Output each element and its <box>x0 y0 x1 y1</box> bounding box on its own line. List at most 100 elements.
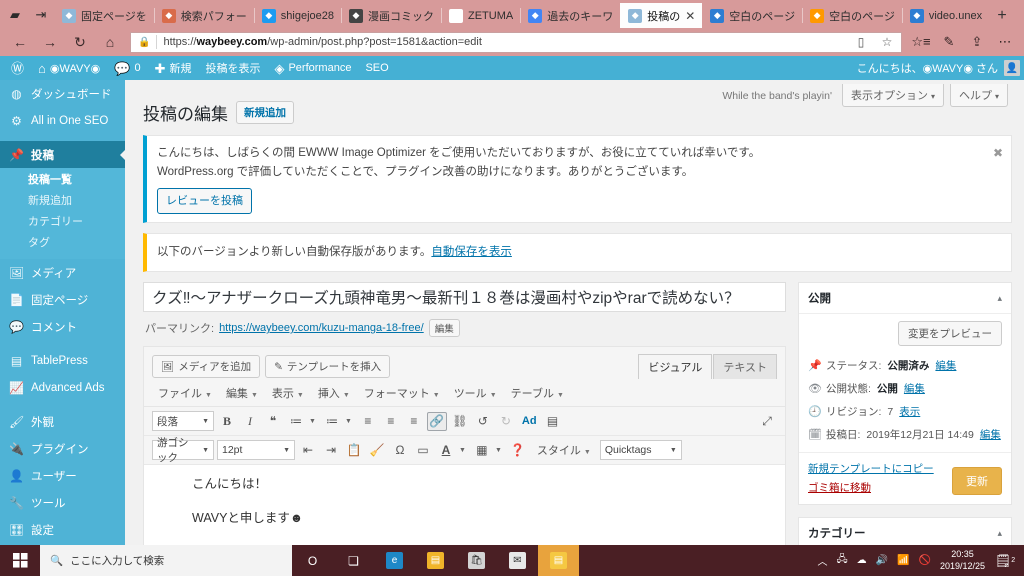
sidebar-item-7[interactable]: 📈 Advanced Ads <box>0 374 125 401</box>
sidebar-submenu-item-2[interactable]: カテゴリー <box>0 212 125 233</box>
wifi-icon[interactable]: 📶 <box>897 555 909 566</box>
browser-tab[interactable]: ◆ shigejoe28 <box>253 3 341 28</box>
notepad-icon[interactable]: ▤ <box>538 545 579 576</box>
cortana-icon[interactable]: O <box>292 545 333 576</box>
update-button[interactable]: 更新 <box>952 467 1002 496</box>
align-center-button[interactable]: ≡ <box>381 412 401 431</box>
edit-permalink-button[interactable]: 編集 <box>428 319 460 338</box>
bullet-list-split[interactable]: ≔ ▼ <box>286 412 319 431</box>
notification-icon[interactable]: 🗒 2 <box>994 553 1016 569</box>
view-autosave-link[interactable]: 自動保存を表示 <box>431 246 512 258</box>
address-bar[interactable]: 🔒 https://waybeey.com/wp-admin/post.php?… <box>130 31 902 53</box>
outdent-button[interactable]: ⇤ <box>298 441 318 460</box>
copy-to-new-template-link[interactable]: 新規テンプレートにコピー <box>808 461 934 476</box>
favorite-star-icon[interactable]: ☆ <box>877 35 897 49</box>
sidebar-item-6[interactable]: ▤ TablePress <box>0 347 125 374</box>
browser-tab[interactable]: ◆ 過去のキーワ <box>520 3 621 28</box>
browser-tab[interactable]: ◆ video.unex <box>901 3 990 28</box>
remove-link-button[interactable]: ⛓ <box>450 412 470 431</box>
sidebar-item-11[interactable]: 🔧 ツール <box>0 489 125 516</box>
fullscreen-button[interactable]: ⤢ <box>757 412 777 431</box>
chevron-down-icon[interactable]: ▼ <box>456 447 469 454</box>
sidebar-item-10[interactable]: 👤 ユーザー <box>0 462 125 489</box>
indent-button[interactable]: ⇥ <box>321 441 341 460</box>
task-view-icon[interactable]: ❏ <box>333 545 374 576</box>
editor-menu-5[interactable]: ツール ▼ <box>448 383 503 403</box>
edge-icon[interactable]: e <box>374 545 415 576</box>
add-new-post-button[interactable]: 新規追加 <box>236 101 294 124</box>
add-media-button[interactable]: 🖼 メディアを追加 <box>152 355 261 379</box>
collections-icon[interactable]: ⇥ <box>28 2 54 28</box>
bullet-list-button[interactable]: ≔ <box>286 412 306 431</box>
sidebar-submenu-item-0[interactable]: 投稿一覧 <box>0 170 125 191</box>
sidebar-submenu-item-1[interactable]: 新規追加 <box>0 191 125 212</box>
start-button[interactable] <box>0 545 40 576</box>
chevron-up-icon[interactable]: ▴ <box>997 293 1002 304</box>
blockquote-button[interactable]: ❝ <box>263 412 283 431</box>
cloud-icon[interactable]: ☁ <box>857 555 867 566</box>
special-character-button[interactable]: Ω <box>390 441 410 460</box>
network-icon[interactable]: 🖧 <box>836 552 847 569</box>
browser-tab[interactable]: ◆ 空白のページ <box>702 3 803 28</box>
taskbar-clock[interactable]: 20:35 2019/12/25 <box>940 549 985 572</box>
align-left-button[interactable]: ≡ <box>358 412 378 431</box>
admin-bar-account[interactable]: こんにちは、◉WAVY◉ さん 👤 <box>857 60 1024 76</box>
sidebar-item-4[interactable]: 📄 固定ページ <box>0 286 125 313</box>
sidebar-item-5[interactable]: 💬 コメント <box>0 313 125 340</box>
edit-status-link[interactable]: 編集 <box>935 358 956 373</box>
new-tab-button[interactable]: + <box>989 3 1015 28</box>
admin-bar-item[interactable]: 投稿を表示 <box>198 56 267 80</box>
sidebar-item-3[interactable]: 🖼 メディア <box>0 259 125 286</box>
reading-view-icon[interactable]: ▯ <box>851 35 871 49</box>
help-button[interactable]: ヘルプ ▾ <box>949 84 1008 107</box>
sidebar-item-8[interactable]: 🖌 外観 <box>0 408 125 435</box>
preview-changes-button[interactable]: 変更をプレビュー <box>898 321 1002 347</box>
undo-button[interactable]: ↺ <box>473 412 493 431</box>
chevron-down-icon[interactable]: ▼ <box>492 447 505 454</box>
text-color-button[interactable]: A <box>436 441 456 460</box>
align-right-button[interactable]: ≡ <box>404 412 424 431</box>
chevron-up-icon[interactable]: ▴ <box>997 528 1002 539</box>
forward-button[interactable]: → <box>36 29 64 55</box>
edit-visibility-link[interactable]: 編集 <box>904 381 925 396</box>
sidebar-submenu-item-3[interactable]: タグ <box>0 233 125 254</box>
insert-template-button[interactable]: ✎ テンプレートを挿入 <box>265 355 391 379</box>
back-button[interactable]: ← <box>6 29 34 55</box>
permalink-url[interactable]: https://waybeey.com/kuzu-manga-18-free/ <box>219 322 424 334</box>
block-icon[interactable]: 🚫 <box>919 555 931 566</box>
editor-menu-4[interactable]: フォーマット ▼ <box>358 383 446 403</box>
view-revisions-link[interactable]: 表示 <box>899 404 920 419</box>
browser-tab[interactable]: ◆ 漫画コミック <box>341 3 441 28</box>
tab-visual[interactable]: ビジュアル <box>638 354 713 380</box>
keyboard-help-icon[interactable]: ❓ <box>508 441 528 460</box>
tab-list-button[interactable]: ⌄ <box>1015 3 1024 28</box>
admin-bar-item[interactable]: ⌂ ◉WAVY◉ <box>31 56 107 80</box>
insert-link-button[interactable]: 🔗 <box>426 411 447 431</box>
admin-bar-item[interactable]: 💬 0 <box>107 56 147 80</box>
admin-bar-item[interactable]: ✚ 新規 <box>148 56 199 80</box>
admin-bar-item[interactable]: SEO <box>358 56 395 80</box>
redo-button[interactable]: ↻ <box>496 412 516 431</box>
numbered-list-split[interactable]: ≔ ▼ <box>322 412 355 431</box>
bold-button[interactable]: B <box>217 412 237 431</box>
browser-tab[interactable]: ◆ 空白のページ <box>802 3 902 28</box>
close-icon[interactable]: ✖ <box>993 144 1003 164</box>
mail-icon[interactable]: ✉ <box>497 545 538 576</box>
sidebar-item-9[interactable]: 🔌 プラグイン <box>0 435 125 462</box>
browser-tab[interactable]: ◆ 検索パフォー <box>153 3 254 28</box>
editor-content-area[interactable]: こんにちは！WAVYと申します☻みなさんは「クズ‼〜アナザークローズ九頭神竜男〜… <box>144 465 785 545</box>
editor-menu-6[interactable]: テーブル ▼ <box>505 383 570 403</box>
calendar-icon[interactable]: ▤ <box>543 412 563 431</box>
read-more-button[interactable]: ▭ <box>413 441 433 460</box>
post-title-input[interactable] <box>143 282 786 313</box>
wordpress-logo-icon[interactable]: Ⓦ <box>4 56 31 80</box>
sidebar-item-0[interactable]: ◍ ダッシュボード <box>0 80 125 107</box>
quicktags-select[interactable]: Quicktags ▼ <box>599 440 682 461</box>
admin-bar-item[interactable]: ◈ Performance <box>267 56 358 80</box>
volume-icon[interactable]: 🔊 <box>876 555 888 566</box>
sidebar-item-1[interactable]: ⚙ All in One SEO <box>0 107 125 134</box>
browser-tab[interactable]: ◆ 固定ページを <box>54 3 154 28</box>
edit-date-link[interactable]: 編集 <box>980 427 1001 442</box>
editor-menu-2[interactable]: 表示 ▼ <box>266 383 310 403</box>
submit-review-button[interactable]: レビューを投稿 <box>157 187 252 215</box>
